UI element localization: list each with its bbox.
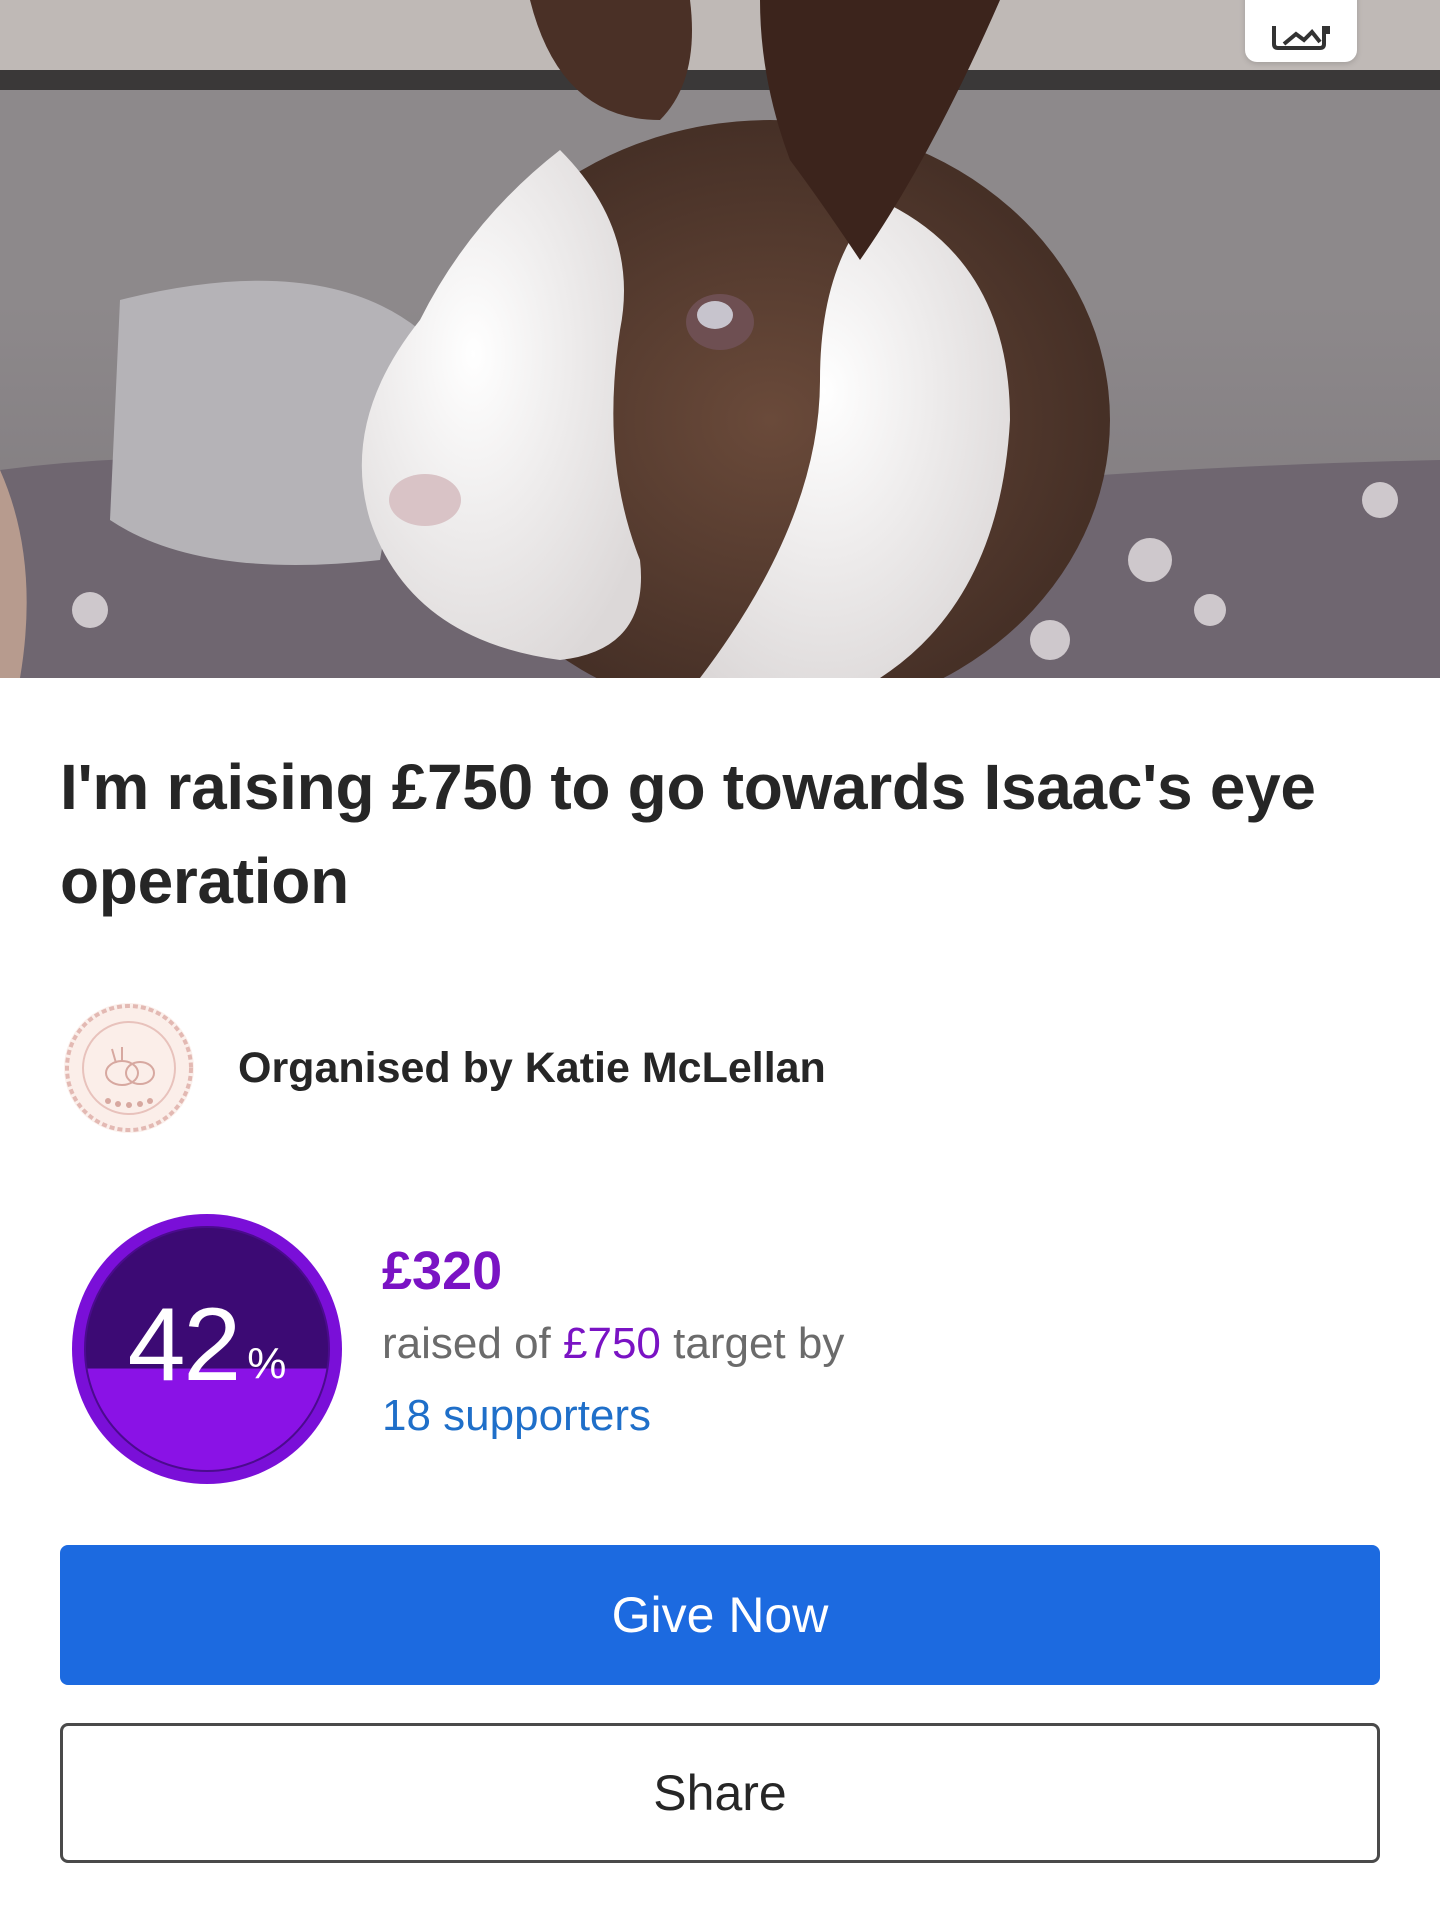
give-now-button[interactable]: Give Now — [60, 1545, 1380, 1685]
hero-image — [0, 0, 1440, 678]
fundraiser-title: I'm raising £750 to go towards Isaac's e… — [60, 751, 1316, 917]
organiser-avatar — [64, 1003, 194, 1133]
share-button[interactable]: Share — [60, 1723, 1380, 1863]
gallery-button[interactable] — [1245, 0, 1357, 62]
raised-suffix: target by — [673, 1319, 845, 1368]
organiser-logo — [65, 1004, 193, 1132]
supporters-link[interactable]: 18 supporters — [382, 1380, 1282, 1452]
progress-fill-level — [85, 1227, 329, 1369]
image-gallery-icon — [1272, 26, 1330, 50]
raised-description: raised of £750 target by — [382, 1308, 1282, 1380]
fundraising-stats: £320 raised of £750 target by 18 support… — [382, 1236, 1282, 1452]
raised-prefix: raised of — [382, 1319, 551, 1368]
progress-ring: 42 % — [72, 1214, 342, 1484]
raised-amount: £320 — [382, 1241, 503, 1301]
organiser-row[interactable]: Organised by Katie McLellan — [64, 1003, 826, 1133]
target-amount: £750 — [563, 1319, 661, 1368]
rabbit-photo — [0, 0, 1440, 678]
progress-ring-graphic — [72, 1214, 342, 1484]
organiser-name[interactable]: Organised by Katie McLellan — [238, 1044, 826, 1093]
